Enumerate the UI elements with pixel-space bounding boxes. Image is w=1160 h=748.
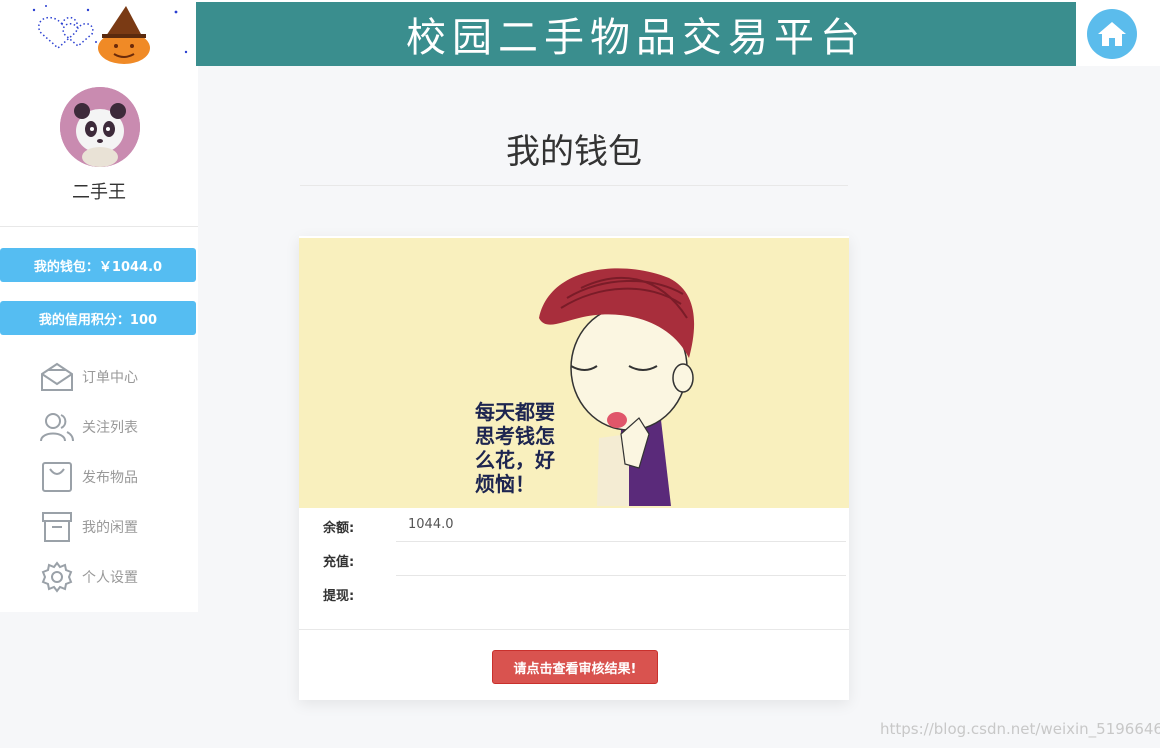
sidebar-item-idle[interactable]: 我的闲置 [40,509,180,545]
recharge-input[interactable] [396,542,846,576]
sidebar-item-orders[interactable]: 订单中心 [40,359,180,395]
balance-label: 余额: [323,521,355,536]
envelope-icon [40,360,74,394]
withdraw-field[interactable] [408,576,846,610]
illustration-caption: 每天都要 思考钱怎 么花，好 烦恼！ [475,400,555,496]
sidebar-divider [0,226,198,227]
username: 二手王 [72,182,126,203]
sidebar-item-settings[interactable]: 个人设置 [40,559,180,595]
home-link[interactable] [1076,2,1148,66]
wallet-card: 每天都要 思考钱怎 么花，好 烦恼！ 余额: 1044.0 充值: 提现: 请点… [299,236,849,700]
recharge-label: 充值: [323,555,355,570]
sidebar-item-label: 订单中心 [82,370,138,386]
title-divider [300,185,848,186]
balance-value: 1044.0 [396,508,846,542]
withdraw-label: 提现: [323,589,355,604]
recharge-field[interactable] [408,542,846,575]
card-divider [299,629,849,630]
site-banner-title: 校园二手物品交易平台 [196,2,1076,66]
archive-box-icon [40,510,74,544]
top-header: 校园二手物品交易平台 [0,0,1160,66]
gear-icon [40,560,74,594]
credit-score-button[interactable]: 我的信用积分：100 [0,301,196,335]
wallet-balance-button[interactable]: 我的钱包：￥1044.0 [0,248,196,282]
sidebar-item-label: 我的闲置 [82,520,138,536]
sidebar-item-label: 发布物品 [82,470,138,486]
sidebar: 二手王 我的钱包：￥1044.0 我的信用积分：100 订单中心 关注列表 发布… [0,66,198,612]
sidebar-item-publish[interactable]: 发布物品 [40,459,180,495]
wallet-illustration: 每天都要 思考钱怎 么花，好 烦恼！ [299,238,849,508]
watermark: https://blog.csdn.net/weixin_51966461 [880,720,1160,738]
home-icon[interactable] [1087,9,1137,59]
avatar[interactable] [60,87,140,167]
sidebar-item-label: 个人设置 [82,570,138,586]
users-icon [40,410,74,444]
sidebar-item-follows[interactable]: 关注列表 [40,409,180,445]
sidebar-item-label: 关注列表 [82,420,138,436]
shopping-bag-icon [40,460,74,494]
page-title: 我的钱包 [506,132,642,172]
site-logo [26,2,196,66]
review-result-button[interactable]: 请点击查看审核结果! [492,650,658,684]
withdraw-input[interactable] [396,576,846,610]
